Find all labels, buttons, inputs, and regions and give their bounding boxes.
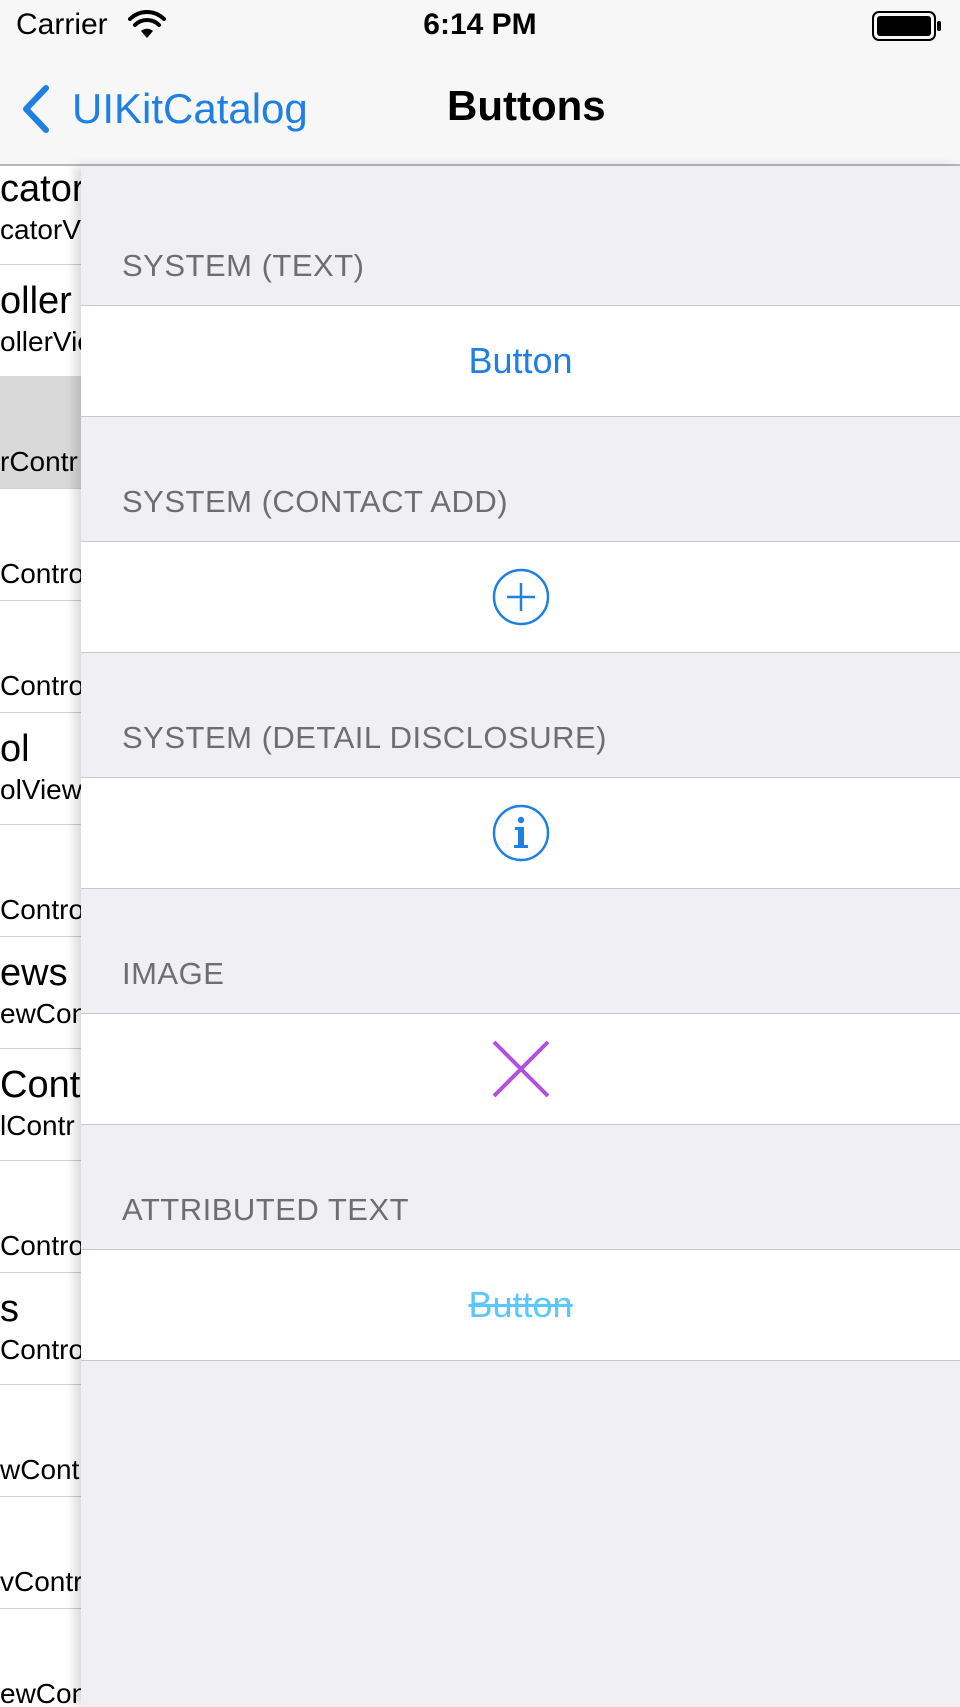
back-button[interactable]: UIKitCatalog xyxy=(18,84,308,134)
list-item-subtitle: catorV xyxy=(0,214,81,245)
list-item-title: ol xyxy=(0,728,30,770)
status-bar: Carrier 6:14 PM xyxy=(0,0,960,54)
image-button[interactable] xyxy=(81,1014,960,1124)
info-circle-icon xyxy=(492,804,549,862)
list-item-subtitle: Contro xyxy=(0,1334,82,1365)
section-header-contact-add: SYSTEM (CONTACT ADD) xyxy=(122,484,509,519)
list-item[interactable]: Contro xyxy=(0,488,82,601)
list-item-title: ews xyxy=(0,952,68,994)
list-item-subtitle: Contro xyxy=(0,894,82,925)
detail-disclosure-button[interactable] xyxy=(81,778,960,888)
list-item[interactable]: Contro xyxy=(0,1160,82,1273)
master-list: cator catorV oller ollerVie rContr Contr… xyxy=(0,166,82,1707)
list-item-subtitle: ewCon xyxy=(0,998,82,1029)
list-item[interactable]: Contro xyxy=(0,600,82,713)
x-icon xyxy=(492,1040,549,1098)
buttons-detail-pane: SYSTEM (TEXT) Button SYSTEM (CONTACT ADD… xyxy=(81,166,960,1707)
detail-disclosure-cell xyxy=(81,777,960,889)
list-item[interactable]: ol olView xyxy=(0,712,82,825)
battery-icon xyxy=(872,11,941,41)
section-header-image: IMAGE xyxy=(122,956,225,991)
attributed-text-button[interactable]: Button xyxy=(81,1250,960,1360)
back-button-label: UIKitCatalog xyxy=(72,85,308,132)
status-time: 6:14 PM xyxy=(423,8,537,41)
list-item-title: oller xyxy=(0,280,72,322)
attributed-text-button-label: Button xyxy=(468,1284,573,1325)
section-header-attributed-text: ATTRIBUTED TEXT xyxy=(122,1192,410,1227)
list-item[interactable]: Cont lContr xyxy=(0,1048,82,1161)
navigation-bar: UIKitCatalog Buttons xyxy=(0,54,960,166)
page-title: Buttons xyxy=(447,82,606,129)
list-item-selected[interactable]: rContr xyxy=(0,376,82,489)
list-item[interactable]: oller ollerVie xyxy=(0,264,82,377)
list-item-subtitle: olView xyxy=(0,774,82,805)
list-item-subtitle: vContr xyxy=(0,1566,82,1597)
list-item[interactable]: ews ewCon xyxy=(0,936,82,1049)
list-item-subtitle: wCont xyxy=(0,1454,80,1485)
list-item[interactable]: cator catorV xyxy=(0,166,82,265)
list-item[interactable]: vContr xyxy=(0,1496,82,1609)
attributed-text-cell: Button xyxy=(81,1249,960,1361)
system-text-button[interactable]: Button xyxy=(81,306,960,416)
list-item-title: s xyxy=(0,1288,19,1330)
contact-add-cell xyxy=(81,541,960,653)
list-item[interactable]: Contro xyxy=(0,824,82,937)
list-item-title: Cont xyxy=(0,1064,81,1106)
section-header-system-text: SYSTEM (TEXT) xyxy=(122,248,365,283)
plus-circle-icon xyxy=(492,568,549,626)
system-text-cell: Button xyxy=(81,305,960,417)
image-cell xyxy=(81,1013,960,1125)
list-item-subtitle: Contro xyxy=(0,670,82,701)
list-item[interactable]: wCont xyxy=(0,1384,82,1497)
system-text-button-label: Button xyxy=(468,340,573,381)
list-item-subtitle: rContr xyxy=(0,446,78,477)
list-item-subtitle: lContr xyxy=(0,1110,75,1141)
list-item-subtitle: ollerVie xyxy=(0,326,82,357)
list-item-subtitle: Contro xyxy=(0,1230,82,1261)
list-item-title: cator xyxy=(0,168,82,210)
list-item-subtitle: Contro xyxy=(0,558,82,589)
list-item[interactable]: s Contro xyxy=(0,1272,82,1385)
section-header-detail-disclosure: SYSTEM (DETAIL DISCLOSURE) xyxy=(122,720,607,755)
chevron-left-icon xyxy=(23,85,49,133)
list-item-subtitle: ewCon xyxy=(0,1678,82,1707)
contact-add-button[interactable] xyxy=(81,542,960,652)
list-item[interactable]: ewCon xyxy=(0,1608,82,1707)
